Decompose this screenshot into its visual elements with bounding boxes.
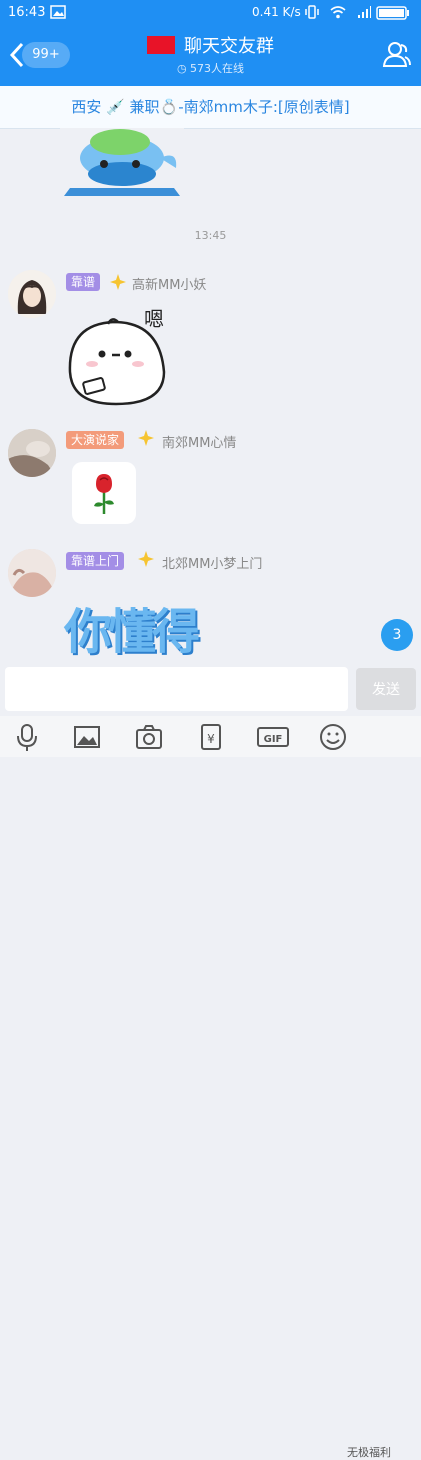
image-notification-icon <box>50 5 66 19</box>
avatar-photo-icon <box>8 429 56 477</box>
input-bar: 发送 <box>0 664 421 716</box>
mochi-sticker-image[interactable]: 嗯 <box>64 300 180 410</box>
message-input[interactable] <box>5 667 348 711</box>
gif-icon[interactable]: GIF <box>256 722 290 752</box>
avatar[interactable] <box>8 549 56 597</box>
camera-icon[interactable] <box>134 722 164 752</box>
emoji-icon[interactable] <box>318 722 348 752</box>
sender-nickname: 北郊MM小梦上门 <box>162 557 263 572</box>
chat-timestamp: 13:45 <box>194 229 227 242</box>
send-button[interactable]: 发送 <box>356 668 416 710</box>
avatar-photo-icon <box>8 549 56 597</box>
star-medal-icon <box>138 551 154 567</box>
title-area: 聊天交友群 <box>0 32 421 58</box>
red-packet-icon[interactable]: ¥ <box>196 722 226 752</box>
sender-nickname: 南郊MM心情 <box>162 436 237 451</box>
image-icon[interactable] <box>72 722 102 752</box>
svg-text:GIF: GIF <box>264 734 283 745</box>
online-count: ◷ 573人在线 <box>0 60 421 76</box>
star-medal-icon <box>110 274 126 290</box>
rose-icon <box>94 474 114 514</box>
svg-text:嗯: 嗯 <box>144 307 164 331</box>
wifi-icon <box>330 6 346 19</box>
check-circle-icon: ◷ <box>176 62 191 75</box>
whale-sticker-image[interactable] <box>60 128 184 198</box>
member-rank-badge: 大演说家 <box>66 431 125 449</box>
redacted-mark <box>146 36 175 54</box>
group-title: 聊天交友群 <box>184 36 275 57</box>
group-notice-banner[interactable]: 西安 💉 兼职💍-南郊mm木子:[原创表情] <box>0 86 421 129</box>
online-count-text: 573人在线 <box>190 62 245 75</box>
sender-nickname: 高新MM小妖 <box>132 278 207 293</box>
vibrate-icon <box>305 5 319 19</box>
microphone-icon[interactable] <box>12 722 42 752</box>
rose-emoji-bubble[interactable] <box>72 462 136 524</box>
star-medal-icon <box>138 430 154 446</box>
svg-text:¥: ¥ <box>207 732 215 746</box>
text-sticker-image[interactable]: 你懂得 <box>64 592 200 662</box>
status-bar: 16:43 0.41 K/s <box>0 0 421 26</box>
chat-header: 99+ 聊天交友群 ◷ 573人在线 <box>0 26 421 86</box>
battery-icon <box>376 6 409 20</box>
new-messages-bubble[interactable]: 3 <box>381 619 413 651</box>
network-speed: 0.41 K/s <box>252 5 301 19</box>
avatar[interactable] <box>8 270 56 318</box>
member-rank-badge: 靠谱上门 <box>66 552 125 570</box>
input-toolbar: ¥ GIF 无极福利 <box>0 716 421 1459</box>
status-time: 16:43 <box>8 5 46 20</box>
signal-icon <box>358 6 371 18</box>
member-rank-badge: 靠谱 <box>66 273 101 291</box>
avatar-girl-icon <box>8 270 56 318</box>
avatar[interactable] <box>8 429 56 477</box>
watermark: 无极福利 <box>347 1446 391 1459</box>
group-members-icon[interactable] <box>381 38 413 70</box>
